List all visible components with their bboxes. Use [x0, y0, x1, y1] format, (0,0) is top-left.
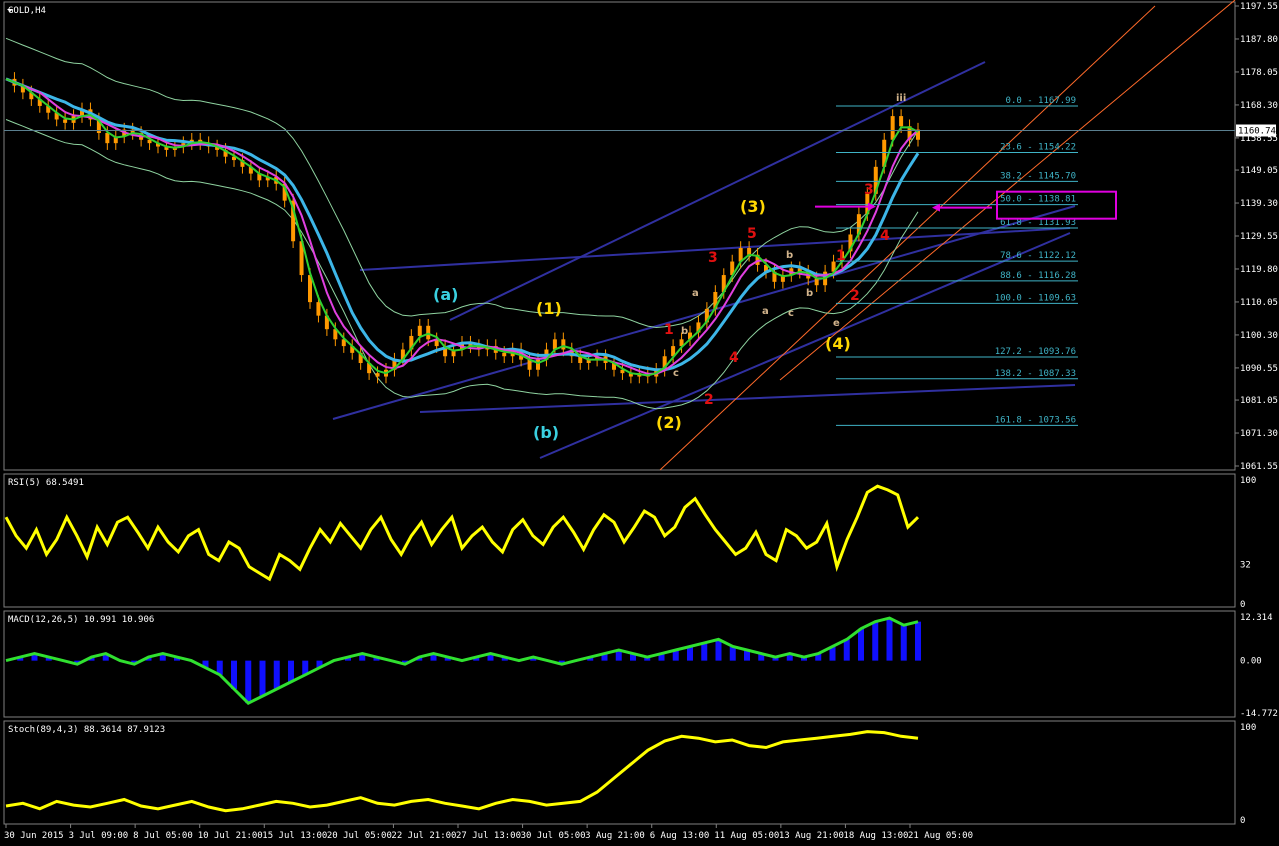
- price-tick-label: 1119.80: [1240, 265, 1278, 275]
- wave-label: b: [681, 326, 688, 337]
- fib-label: 50.0 - 1138.81: [1000, 195, 1076, 205]
- price-tick-label: 1110.05: [1240, 298, 1278, 308]
- wave-label: iii: [896, 93, 906, 104]
- stoch-tick-label: 100: [1240, 723, 1256, 733]
- wave-label: (3): [740, 197, 766, 216]
- stoch-tick-label: 0: [1240, 816, 1245, 826]
- wave-label: (2): [656, 413, 682, 432]
- candle-body: [417, 325, 422, 336]
- price-tick-label: 1139.30: [1240, 199, 1278, 209]
- fib-label: 23.6 - 1154.22: [1000, 143, 1076, 153]
- fib-label: 78.6 - 1122.12: [1000, 251, 1076, 261]
- wave-label: 4: [729, 350, 739, 366]
- candle-body: [814, 278, 819, 286]
- rsi-tick-label: 100: [1240, 476, 1256, 486]
- wave-label: 1: [664, 322, 674, 338]
- wave-label: 2: [704, 392, 714, 408]
- rsi-tick-label: 32: [1240, 560, 1251, 570]
- time-tick-label: 8 Jul 05:00: [133, 831, 193, 841]
- fib-label: 88.6 - 1116.28: [1000, 271, 1076, 281]
- wave-label: 3: [864, 182, 874, 198]
- candle-body: [747, 248, 752, 255]
- price-tick-label: 1090.55: [1240, 364, 1278, 374]
- price-tick-label: 1178.05: [1240, 68, 1278, 78]
- wave-label: b: [806, 288, 813, 299]
- candle-body: [426, 325, 431, 340]
- current-price-label: 1160.74: [1238, 127, 1276, 137]
- wave-label: 5: [747, 226, 757, 242]
- wave-label: a: [762, 306, 769, 317]
- price-tick-label: 1100.30: [1240, 331, 1278, 341]
- wave-label: b: [786, 250, 793, 261]
- price-tick-label: 1168.30: [1240, 101, 1278, 111]
- macd-tick-label: 0.00: [1240, 657, 1262, 667]
- time-tick-label: 3 Jul 09:00: [69, 831, 129, 841]
- price-tick-label: 1071.30: [1240, 429, 1278, 439]
- candle-body: [316, 302, 321, 316]
- fib-label: 0.0 - 1167.99: [1006, 96, 1076, 106]
- time-tick-label: 18 Aug 13:00: [843, 831, 908, 841]
- price-tick-label: 1129.55: [1240, 232, 1278, 242]
- wave-label: (4): [825, 334, 851, 353]
- fib-label: 38.2 - 1145.70: [1000, 171, 1076, 181]
- macd-tick-label: 12.314: [1240, 613, 1273, 623]
- stoch-label: Stoch(89,4,3) 88.3614 87.9123: [8, 725, 165, 735]
- wave-label: (a): [433, 285, 458, 304]
- wave-label: 4: [880, 228, 890, 244]
- rsi-label: RSI(5) 68.5491: [8, 478, 84, 488]
- fib-label: 161.8 - 1073.56: [995, 415, 1076, 425]
- candle-body: [502, 352, 507, 357]
- candle-body: [105, 133, 110, 144]
- wave-label: 2: [850, 288, 860, 304]
- fib-label: 127.2 - 1093.76: [995, 347, 1076, 357]
- rsi-tick-label: 0: [1240, 600, 1245, 610]
- time-tick-label: 30 Jul 05:00: [521, 831, 586, 841]
- price-tick-label: 1187.80: [1240, 35, 1278, 45]
- wave-label: 1: [836, 248, 846, 264]
- time-tick-label: 13 Aug 21:00: [779, 831, 844, 841]
- wave-label: a: [692, 288, 699, 299]
- candle-body: [375, 373, 380, 377]
- candle-body: [899, 116, 904, 127]
- candle-body: [536, 359, 540, 370]
- wave-label: (b): [533, 423, 559, 442]
- time-tick-label: 3 Aug 21:00: [585, 831, 645, 841]
- candle-body: [890, 116, 895, 140]
- candle-body: [561, 339, 566, 350]
- price-tick-label: 1081.05: [1240, 396, 1278, 406]
- time-tick-label: 10 Jul 21:00: [198, 831, 263, 841]
- fib-label: 138.2 - 1087.33: [995, 369, 1076, 379]
- wave-label: 3: [708, 250, 718, 266]
- price-tick-label: 1061.55: [1240, 462, 1278, 472]
- time-tick-label: 27 Jul 13:00: [456, 831, 521, 841]
- macd-tick-label: -14.772: [1240, 709, 1278, 719]
- price-tick-label: 1149.05: [1240, 166, 1278, 176]
- time-tick-label: 20 Jul 05:00: [327, 831, 392, 841]
- symbol-label: GOLD,H4: [8, 6, 46, 16]
- time-tick-label: 15 Jul 13:00: [262, 831, 327, 841]
- trading-chart: GOLD,H4 0.0 - 1167.99 23.6 - 1154.22 38.2 …: [0, 0, 1279, 846]
- wave-label: c: [788, 308, 794, 319]
- wave-label: (1): [536, 299, 562, 318]
- wave-label: e: [833, 318, 840, 329]
- macd-label: MACD(12,26,5) 10.991 10.906: [8, 615, 154, 625]
- time-tick-label: 11 Aug 05:00: [714, 831, 779, 841]
- wave-label: c: [673, 368, 679, 379]
- time-tick-label: 22 Jul 21:00: [391, 831, 456, 841]
- time-tick-label: 30 Jun 2015: [4, 831, 64, 841]
- fib-label: 100.0 - 1109.63: [995, 293, 1076, 303]
- price-tick-label: 1197.55: [1240, 2, 1278, 12]
- time-tick-label: 6 Aug 13:00: [650, 831, 710, 841]
- candle-body: [63, 119, 68, 123]
- time-tick-label: 21 Aug 05:00: [908, 831, 973, 841]
